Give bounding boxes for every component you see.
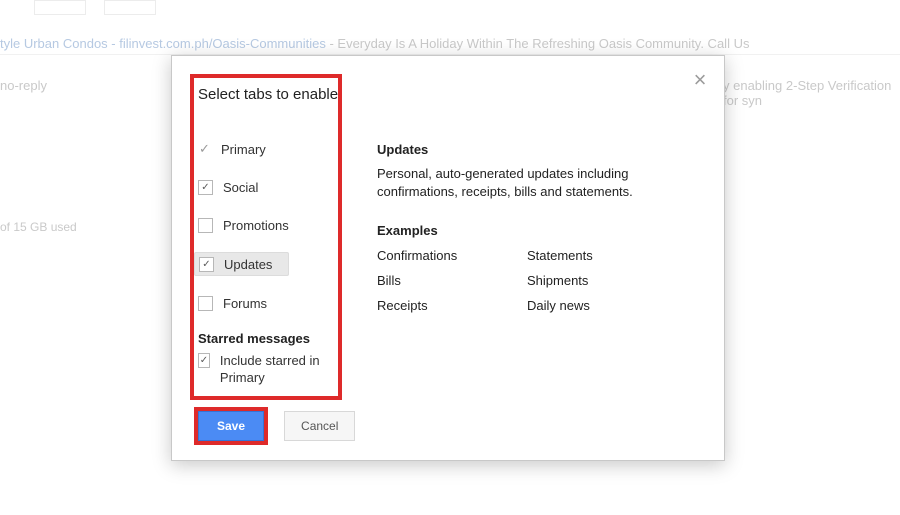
details-heading: Updates xyxy=(377,142,697,157)
tab-options-column: ✓ Primary Social Promotions Updates Foru… xyxy=(198,138,289,330)
example-item: Receipts xyxy=(377,298,527,313)
include-starred-option[interactable]: Include starred in Primary xyxy=(198,352,333,386)
annotation-highlight-save: Save xyxy=(194,407,268,445)
background-mail-sender: no-reply xyxy=(0,78,47,93)
checkbox-checked-icon[interactable] xyxy=(198,353,210,368)
toolbar-button xyxy=(104,0,156,15)
checkbox-unchecked-icon[interactable] xyxy=(198,296,213,311)
tab-option-promotions[interactable]: Promotions xyxy=(198,214,289,236)
include-starred-label: Include starred in Primary xyxy=(220,352,333,386)
tab-option-label: Updates xyxy=(224,257,272,272)
background-ad-row: tyle Urban Condos - filinvest.com.ph/Oas… xyxy=(0,36,749,51)
inbox-tabs-settings-dialog: × Select tabs to enable ✓ Primary Social… xyxy=(171,55,725,461)
background-mail-snippet: y enabling 2-Step Verification for syn xyxy=(723,78,900,108)
tab-option-label: Social xyxy=(223,180,258,195)
examples-heading: Examples xyxy=(377,223,697,238)
ad-link: tyle Urban Condos - filinvest.com.ph/Oas… xyxy=(0,36,326,51)
tab-details-panel: Updates Personal, auto-generated updates… xyxy=(377,142,697,313)
example-item: Statements xyxy=(527,248,677,263)
example-item: Daily news xyxy=(527,298,677,313)
dialog-title: Select tabs to enable xyxy=(198,86,338,103)
tab-option-forums[interactable]: Forums xyxy=(198,292,289,314)
close-icon[interactable]: × xyxy=(690,70,710,90)
checkbox-checked-icon[interactable] xyxy=(198,180,213,195)
toolbar-button xyxy=(34,0,86,15)
tab-option-social[interactable]: Social xyxy=(198,176,289,198)
tab-option-updates[interactable]: Updates xyxy=(194,252,289,276)
example-item: Shipments xyxy=(527,273,677,288)
tab-option-primary[interactable]: ✓ Primary xyxy=(198,138,289,160)
example-item: Confirmations xyxy=(377,248,527,263)
examples-grid: Confirmations Statements Bills Shipments… xyxy=(377,248,697,313)
checkbox-checked-icon[interactable] xyxy=(199,257,214,272)
checkmark-icon: ✓ xyxy=(198,143,211,156)
storage-usage: of 15 GB used xyxy=(0,220,77,234)
starred-messages-heading: Starred messages xyxy=(198,331,310,346)
tab-option-label: Primary xyxy=(221,142,266,157)
cancel-button[interactable]: Cancel xyxy=(284,411,355,441)
tab-option-label: Forums xyxy=(223,296,267,311)
details-description: Personal, auto-generated updates includi… xyxy=(377,165,697,201)
ad-tail: - Everyday Is A Holiday Within The Refre… xyxy=(326,36,750,51)
save-button[interactable]: Save xyxy=(198,411,264,441)
dialog-button-row: Save Cancel xyxy=(194,407,355,445)
tab-option-label: Promotions xyxy=(223,218,289,233)
example-item: Bills xyxy=(377,273,527,288)
checkbox-unchecked-icon[interactable] xyxy=(198,218,213,233)
